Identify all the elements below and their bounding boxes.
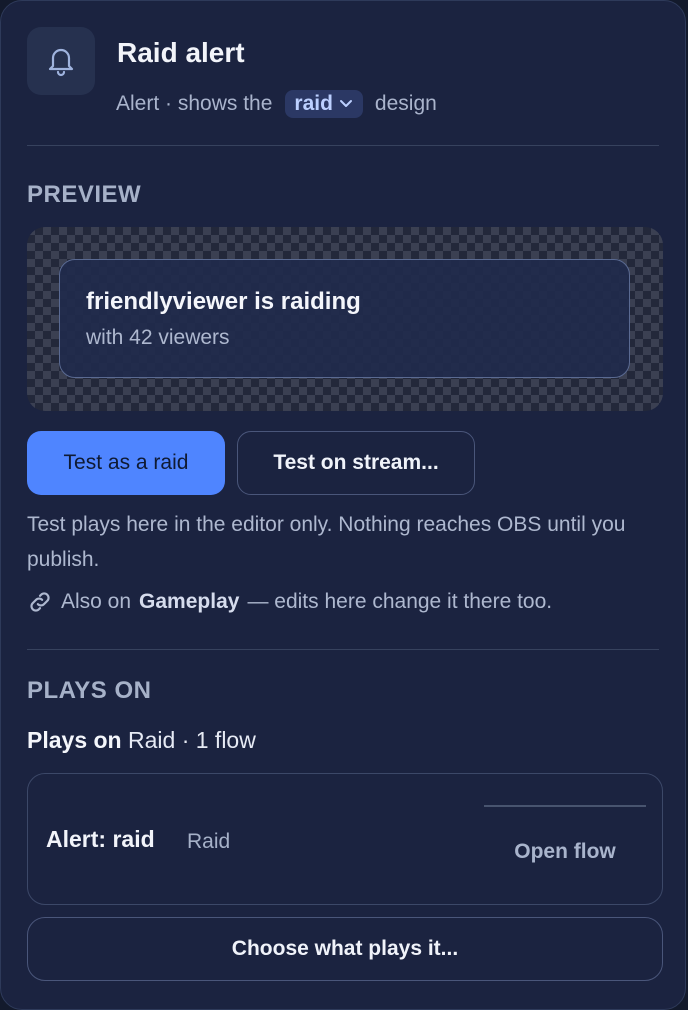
shared-note-prefix: Also on: [61, 590, 132, 613]
design-select-value: raid: [294, 92, 333, 115]
flow-trigger: Raid: [187, 830, 231, 853]
divider: [27, 649, 659, 650]
shared-scene-note: Also on Gameplay — edits here change it …: [27, 589, 552, 615]
shared-note-suffix: — edits here change it there too.: [247, 590, 553, 613]
alert-preview-subtitle: with 42 viewers: [86, 326, 230, 349]
plays-on-summary: Plays on Raid · 1 flow: [27, 727, 256, 754]
subtitle-prefix: Alert · shows the: [116, 92, 273, 115]
alert-preview-card: friendlyviewer is raiding with 42 viewer…: [59, 259, 630, 378]
divider: [484, 805, 646, 807]
shared-scene-name: Gameplay: [139, 590, 240, 613]
alert-preview-title: friendlyviewer is raiding: [86, 288, 361, 315]
divider: [27, 145, 659, 146]
alert-editor-panel: Raid alert Alert · shows the raid design…: [0, 0, 686, 1010]
design-select[interactable]: raid: [285, 90, 363, 118]
plays-on-section-label: PLAYS ON: [27, 677, 152, 704]
choose-trigger-button[interactable]: Choose what plays it...: [27, 917, 663, 981]
plays-on-value: Raid · 1 flow: [128, 727, 256, 753]
subtitle-suffix: design: [374, 92, 437, 115]
page-title: Raid alert: [117, 37, 245, 68]
help-text: Test plays here in the editor only. Noth…: [27, 513, 626, 571]
preview-canvas: friendlyviewer is raiding with 42 viewer…: [27, 227, 663, 411]
test-on-stream-button[interactable]: Test on stream...: [237, 431, 475, 495]
plays-on-label: Plays on: [27, 727, 122, 753]
header: Raid alert Alert · shows the raid design: [27, 27, 659, 127]
link-icon: [30, 592, 50, 612]
flow-name: Alert: raid: [46, 826, 155, 852]
subtitle: Alert · shows the raid design: [116, 90, 437, 118]
preview-section-label: PREVIEW: [27, 181, 142, 208]
bell-icon: [27, 27, 95, 95]
test-as-raid-button[interactable]: Test as a raid: [27, 431, 225, 495]
flow-card: Alert: raid Raid Open flow: [27, 773, 663, 905]
chevron-down-icon: [339, 100, 352, 107]
open-flow-button[interactable]: Open flow: [490, 832, 640, 872]
